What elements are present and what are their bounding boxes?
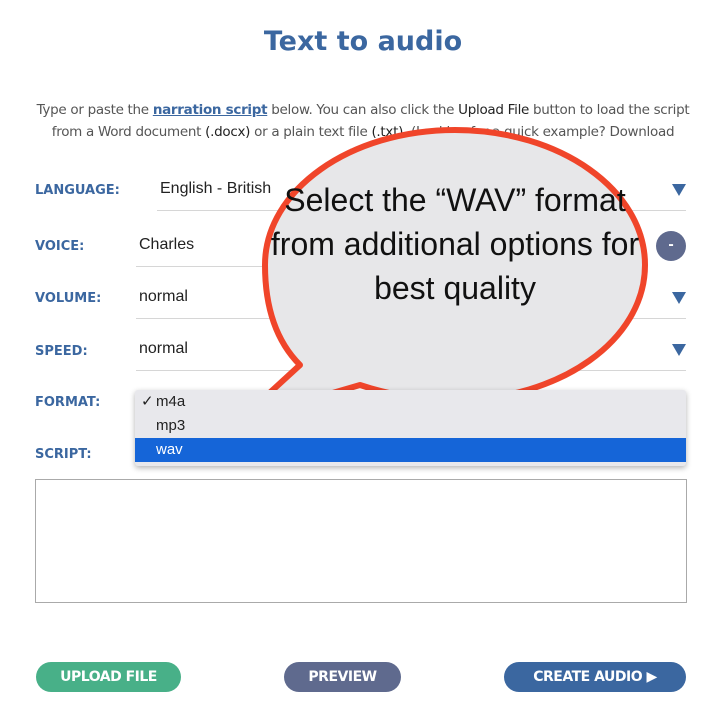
format-option-mp3[interactable]: mp3 [135,414,686,438]
callout-bubble [237,127,648,423]
option-label: mp3 [156,417,186,434]
format-option-m4a[interactable]: ✓ m4a [135,390,686,414]
option-label: wav [156,441,183,458]
callout-text: Select the “WAV” format from additional … [270,182,640,306]
format-dropdown-menu[interactable]: ✓ m4a mp3 wav [135,390,686,466]
format-option-wav[interactable]: wav [135,438,686,462]
option-label: m4a [156,393,186,410]
checkmark-icon: ✓ [141,393,154,410]
